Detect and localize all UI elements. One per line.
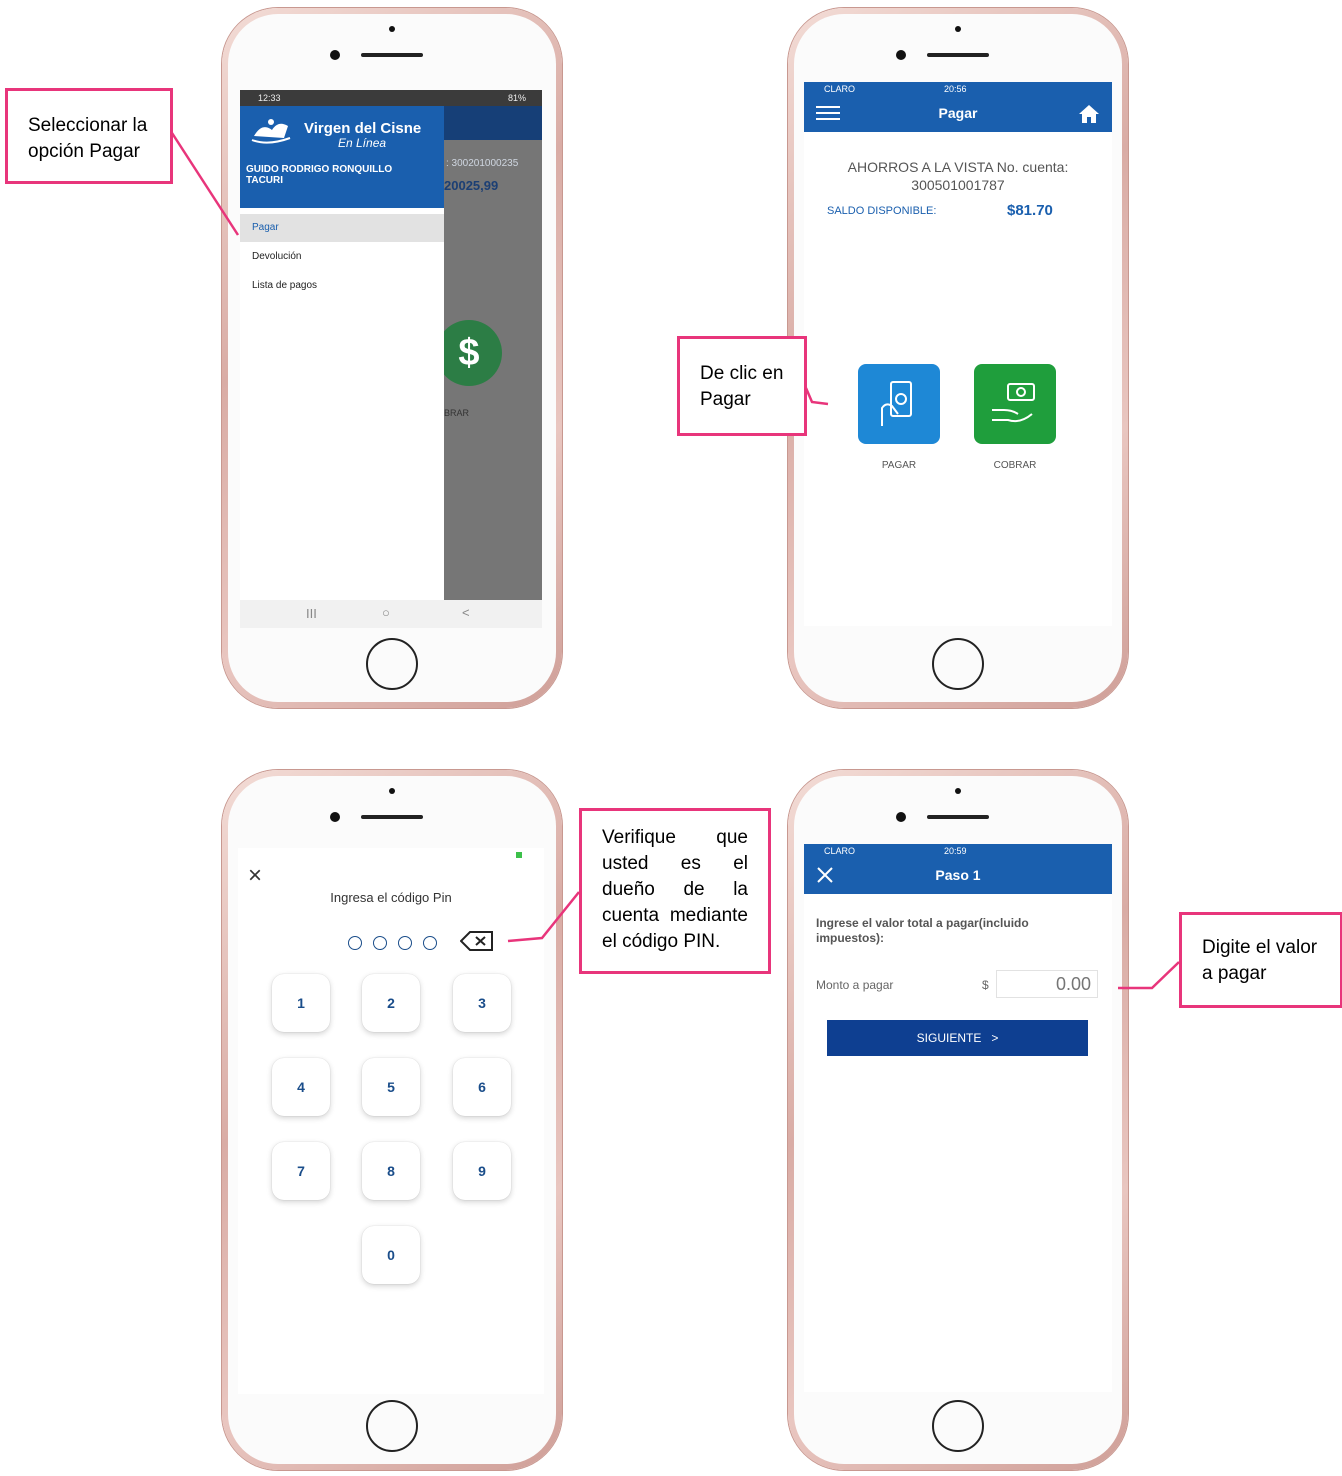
callout-connectors: [170, 132, 1180, 990]
